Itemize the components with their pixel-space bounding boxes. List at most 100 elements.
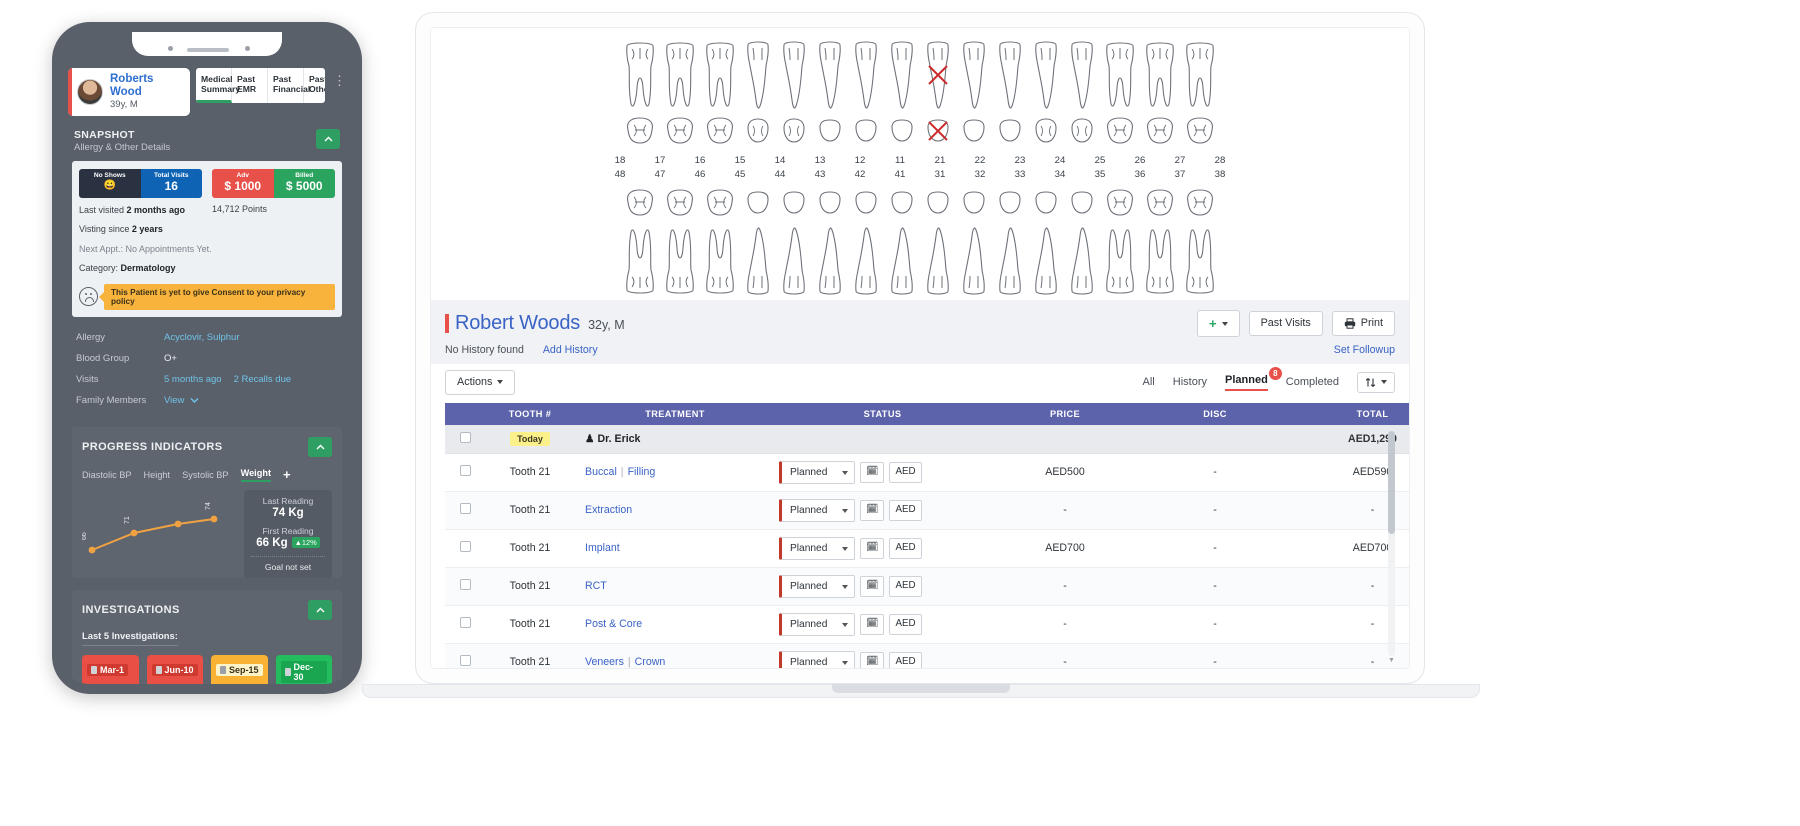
family-members-view[interactable]: View: [164, 395, 199, 406]
tooth-number[interactable]: 36: [1123, 169, 1157, 180]
tooth-number[interactable]: 16: [683, 155, 717, 166]
tooth-glyph[interactable]: [779, 114, 809, 148]
treatment-primary[interactable]: Post & Core: [585, 618, 642, 630]
tooth-glyph[interactable]: [1183, 186, 1217, 220]
tooth-glyph[interactable]: [623, 186, 657, 220]
tooth-glyph[interactable]: [1103, 40, 1137, 110]
tooth-number[interactable]: 42: [843, 169, 877, 180]
calendar-icon-button[interactable]: 🗓: [860, 575, 885, 597]
tab-diastolic-bp[interactable]: Diastolic BP: [82, 470, 132, 480]
tab-weight[interactable]: Weight: [240, 468, 272, 482]
snapshot-collapse-button[interactable]: [316, 128, 340, 149]
tooth-glyph[interactable]: [1143, 226, 1177, 296]
visits-recalls[interactable]: 2 Recalls due: [234, 374, 292, 385]
add-button[interactable]: +: [1196, 310, 1240, 337]
table-scrollbar[interactable]: [1388, 430, 1395, 656]
currency-button[interactable]: AED: [889, 613, 922, 635]
tooth-number[interactable]: 17: [643, 155, 677, 166]
treatment-primary[interactable]: Extraction: [585, 504, 632, 516]
treatment-secondary[interactable]: Crown: [635, 656, 666, 668]
tooth-glyph[interactable]: [663, 186, 697, 220]
add-metric-icon[interactable]: +: [283, 468, 291, 481]
tooth-glyph[interactable]: [923, 226, 953, 296]
treatment-primary[interactable]: Buccal: [585, 466, 617, 478]
tooth-glyph[interactable]: [1031, 186, 1061, 220]
tooth-number[interactable]: 15: [723, 155, 757, 166]
tooth-glyph[interactable]: [851, 186, 881, 220]
tooth-glyph[interactable]: [1067, 114, 1097, 148]
tooth-number[interactable]: 44: [763, 169, 797, 180]
allergy-value[interactable]: Acyclovir, Sulphur: [164, 332, 240, 343]
tab-past-others[interactable]: Past Others: [304, 68, 325, 103]
tooth-glyph[interactable]: [851, 40, 881, 110]
tooth-number[interactable]: 37: [1163, 169, 1197, 180]
scrollbar-thumb[interactable]: [1388, 430, 1395, 535]
tooth-glyph[interactable]: [1143, 114, 1177, 148]
tooth-glyph[interactable]: [1103, 114, 1137, 148]
tab-all[interactable]: All: [1143, 376, 1155, 388]
tab-height[interactable]: Height: [144, 470, 171, 480]
actions-dropdown[interactable]: Actions: [445, 370, 516, 395]
tooth-glyph[interactable]: [815, 186, 845, 220]
tooth-glyph[interactable]: [1067, 226, 1097, 296]
calendar-icon-button[interactable]: 🗓: [860, 613, 885, 635]
tooth-glyph[interactable]: [743, 186, 773, 220]
tooth-number[interactable]: 21: [923, 155, 957, 166]
tooth-number[interactable]: 14: [763, 155, 797, 166]
tooth-number[interactable]: 27: [1163, 155, 1197, 166]
tooth-glyph[interactable]: [743, 114, 773, 148]
scroll-down-arrow[interactable]: ▼: [1388, 657, 1395, 664]
status-select[interactable]: Planned: [779, 650, 855, 668]
currency-button[interactable]: AED: [889, 499, 922, 521]
row-checkbox[interactable]: [459, 503, 471, 515]
currency-button[interactable]: AED: [889, 461, 922, 483]
tooth-glyph[interactable]: [995, 114, 1025, 148]
tooth-glyph[interactable]: [663, 226, 697, 296]
tooth-glyph[interactable]: [703, 186, 737, 220]
tooth-number[interactable]: 23: [1003, 155, 1037, 166]
tab-history[interactable]: History: [1173, 376, 1207, 388]
tooth-number[interactable]: 34: [1043, 169, 1077, 180]
tooth-glyph[interactable]: [1183, 40, 1217, 110]
tooth-glyph[interactable]: [851, 226, 881, 296]
tooth-number[interactable]: 31: [923, 169, 957, 180]
tooth-number[interactable]: 32: [963, 169, 997, 180]
currency-button[interactable]: AED: [889, 575, 922, 597]
tooth-number[interactable]: 46: [683, 169, 717, 180]
tooth-number[interactable]: 18: [603, 155, 637, 166]
tooth-glyph[interactable]: [995, 186, 1025, 220]
tooth-number[interactable]: 38: [1203, 169, 1237, 180]
tooth-number[interactable]: 22: [963, 155, 997, 166]
tooth-glyph[interactable]: [1103, 226, 1137, 296]
calendar-icon-button[interactable]: 🗓: [860, 499, 885, 521]
tooth-glyph[interactable]: [703, 226, 737, 296]
tooth-glyph[interactable]: [959, 186, 989, 220]
tooth-glyph[interactable]: [703, 40, 737, 110]
currency-button[interactable]: AED: [889, 651, 922, 668]
tooth-glyph[interactable]: [1103, 186, 1137, 220]
row-checkbox[interactable]: [459, 579, 471, 591]
tooth-glyph[interactable]: [1031, 40, 1061, 110]
tooth-glyph[interactable]: [779, 186, 809, 220]
select-all-checkbox[interactable]: [459, 431, 471, 443]
tab-systolic-bp[interactable]: Systolic BP: [182, 470, 228, 480]
row-checkbox[interactable]: [459, 655, 471, 667]
tooth-glyph[interactable]: [923, 186, 953, 220]
tooth-glyph[interactable]: [1183, 226, 1217, 296]
investigations-collapse-button[interactable]: [308, 599, 332, 620]
row-checkbox[interactable]: [459, 617, 471, 629]
tooth-glyph[interactable]: [887, 40, 917, 110]
tooth-number[interactable]: 28: [1203, 155, 1237, 166]
investigation-card[interactable]: Sep-15 HbA1c: [211, 654, 268, 684]
calendar-icon-button[interactable]: 🗓: [860, 461, 885, 483]
tooth-number[interactable]: 48: [603, 169, 637, 180]
tooth-glyph[interactable]: [743, 40, 773, 110]
tooth-glyph[interactable]: [815, 40, 845, 110]
status-select[interactable]: Planned: [779, 536, 855, 560]
tooth-glyph[interactable]: [1031, 114, 1061, 148]
tooth-glyph[interactable]: [623, 114, 657, 148]
tooth-glyph[interactable]: [623, 40, 657, 110]
tooth-glyph[interactable]: [779, 226, 809, 296]
set-followup-link[interactable]: Set Followup: [1334, 344, 1395, 356]
tooth-glyph[interactable]: [1067, 40, 1097, 110]
